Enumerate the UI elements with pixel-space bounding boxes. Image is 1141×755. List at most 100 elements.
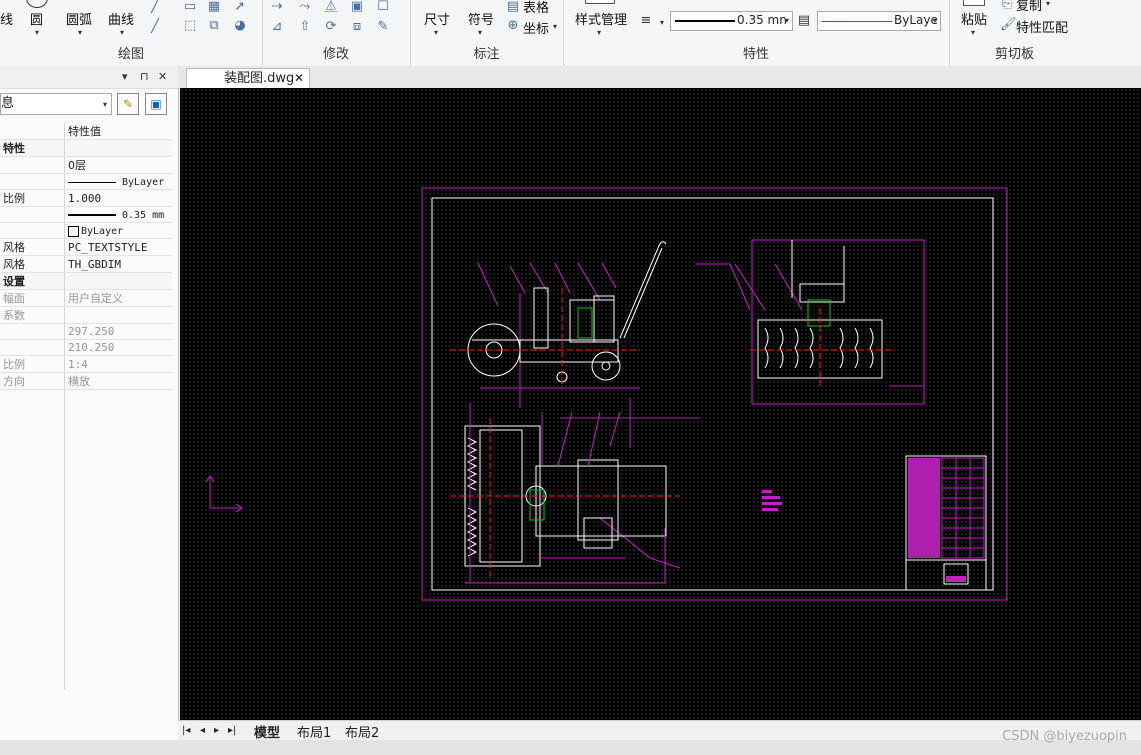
lineweight-select[interactable]: 0.35 mn ▾	[670, 11, 793, 31]
mirror-icon[interactable]: ⏅	[324, 0, 338, 14]
empty-row	[0, 675, 172, 690]
property-row[interactable]: 比例 1.000	[0, 189, 172, 207]
select-objects-icon: ▣	[150, 97, 162, 111]
technical-notes	[762, 490, 782, 511]
tab-layout1[interactable]: 布局1	[297, 722, 331, 741]
last-layout-icon[interactable]: ▸|	[228, 725, 236, 736]
pin-icon[interactable]: ⊓	[140, 70, 149, 83]
linetype-icon[interactable]: ▤	[797, 14, 811, 28]
point-icon[interactable]: ⬚	[183, 19, 197, 33]
property-row[interactable]: 0层	[0, 156, 172, 174]
shapes-icon[interactable]: ⧉	[207, 19, 221, 33]
style-manager-button[interactable]: 样式管理 ▾	[573, 0, 633, 38]
close-icon[interactable]: ✕	[158, 70, 167, 83]
empty-cell	[0, 420, 65, 435]
property-row[interactable]: 210.250	[0, 339, 172, 356]
dimension-label: 尺寸	[424, 13, 451, 28]
line-sample	[68, 181, 116, 183]
property-row[interactable]: 297.250	[0, 323, 172, 340]
empty-cell	[65, 645, 173, 660]
line-button[interactable]: 线	[0, 9, 13, 28]
document-tab[interactable]: 装配图.dwg ✕	[186, 68, 310, 88]
empty-cell	[65, 495, 173, 510]
circle-button[interactable]: 圆 ▾	[26, 0, 50, 38]
empty-cell	[0, 570, 65, 585]
chevron-down-icon: ▾	[971, 28, 976, 37]
panel-menu-icon[interactable]: ▾	[122, 70, 128, 83]
scale-icon[interactable]: ⊿	[270, 20, 284, 34]
status-bar	[0, 740, 1141, 755]
stretch-icon[interactable]: ⇧	[298, 20, 312, 34]
property-row[interactable]: 比例 1:4	[0, 355, 172, 373]
match-properties-button[interactable]: 特性匹配	[1016, 17, 1068, 36]
pointer-icon[interactable]: ➚	[233, 0, 247, 14]
empty-row	[0, 645, 172, 660]
property-row[interactable]: 0.35 mm	[0, 206, 172, 223]
linestyle-icon[interactable]: ≡	[639, 14, 653, 28]
rotate-icon[interactable]: ⟳	[324, 20, 338, 34]
properties-table: 特性值 特性 0层 ByLayer 比例 1.000 0.35 mm ByLayer 风格 PC…	[0, 123, 172, 690]
symbol-button[interactable]: 符号 ▾	[466, 0, 500, 38]
paste-button[interactable]: 粘贴 ▾	[959, 0, 993, 38]
rectangle-icon[interactable]: ▭	[183, 0, 197, 14]
property-value: 210.250	[64, 339, 172, 356]
drawing-canvas[interactable]	[180, 88, 1141, 720]
property-value: ByLayer	[64, 222, 172, 239]
empty-cell	[0, 600, 65, 615]
lineweight-value: 0.35 mn	[737, 13, 787, 27]
explode-icon[interactable]: ⧈	[350, 20, 364, 34]
clipboard-group: 粘贴 ▾ ⎘ 复制 ▾ 🖌 特性匹配 剪切板	[949, 0, 1080, 66]
property-name	[0, 156, 65, 174]
quick-select-button[interactable]: ✎	[117, 93, 139, 115]
hatch-icon[interactable]: ▦	[207, 0, 221, 14]
coordinate-button[interactable]: 坐标	[523, 18, 549, 37]
empty-cell	[65, 420, 173, 435]
tab-model[interactable]: 模型	[254, 722, 280, 741]
copy-object-icon[interactable]: ⤳	[298, 0, 312, 14]
property-row[interactable]: 风格 PC_TEXTSTYLE	[0, 238, 172, 256]
property-row[interactable]: 系数	[0, 306, 172, 324]
curve-button[interactable]: 曲线 ▾	[106, 0, 142, 38]
next-layout-icon[interactable]: ▸	[214, 725, 219, 736]
polyline-icon[interactable]: ╱	[148, 0, 162, 14]
first-layout-icon[interactable]: |◂	[182, 725, 190, 736]
empty-cell	[0, 645, 65, 660]
prev-layout-icon[interactable]: ◂	[200, 725, 205, 736]
array-icon[interactable]: ▣	[350, 0, 364, 14]
property-row[interactable]: 方向 横放	[0, 372, 172, 390]
empty-row	[0, 389, 172, 405]
property-row[interactable]: ByLayer	[0, 222, 172, 239]
property-name	[0, 222, 65, 239]
line-sample	[68, 214, 116, 216]
chevron-down-icon: ▾	[1046, 0, 1051, 8]
edit-icon[interactable]: ✎	[376, 20, 390, 34]
empty-cell	[65, 675, 173, 690]
linetype-select[interactable]: ByLaye ▾	[817, 11, 941, 31]
chevron-down-icon: ▾	[434, 28, 439, 37]
arc-button[interactable]: 圆弧 ▾	[62, 0, 98, 38]
empty-cell	[65, 660, 173, 675]
property-value: 用户自定义	[64, 289, 172, 307]
object-select[interactable]: 息 ▾	[0, 93, 112, 115]
modify-group-label: 修改	[322, 47, 349, 62]
property-name-header	[0, 123, 65, 140]
draw-group-label: 绘图	[117, 47, 144, 62]
dimension-button[interactable]: 尺寸 ▾	[422, 0, 456, 38]
property-row[interactable]: 幅面 用户自定义	[0, 289, 172, 307]
select-objects-button[interactable]: ▣	[145, 93, 167, 115]
lineweight-label: 0.35 mm	[122, 210, 165, 221]
close-tab-icon[interactable]: ✕	[294, 69, 304, 88]
tab-layout2[interactable]: 布局2	[345, 722, 379, 741]
property-row[interactable]: 风格 TH_GBDIM	[0, 255, 172, 273]
linetype-value: ByLaye	[894, 13, 938, 27]
style-manager-label: 样式管理	[575, 13, 628, 28]
table-button[interactable]: 表格	[523, 0, 549, 16]
empty-cell	[0, 615, 65, 630]
construction-line-icon[interactable]: ╱	[148, 20, 162, 34]
move-icon[interactable]: ⇢	[270, 0, 284, 14]
fill-icon[interactable]: ◕	[233, 19, 247, 33]
empty-cell	[0, 555, 65, 570]
offset-icon[interactable]: ☐	[376, 0, 390, 14]
property-row[interactable]: ByLayer	[0, 173, 172, 190]
copy-button[interactable]: 复制	[1016, 0, 1042, 14]
